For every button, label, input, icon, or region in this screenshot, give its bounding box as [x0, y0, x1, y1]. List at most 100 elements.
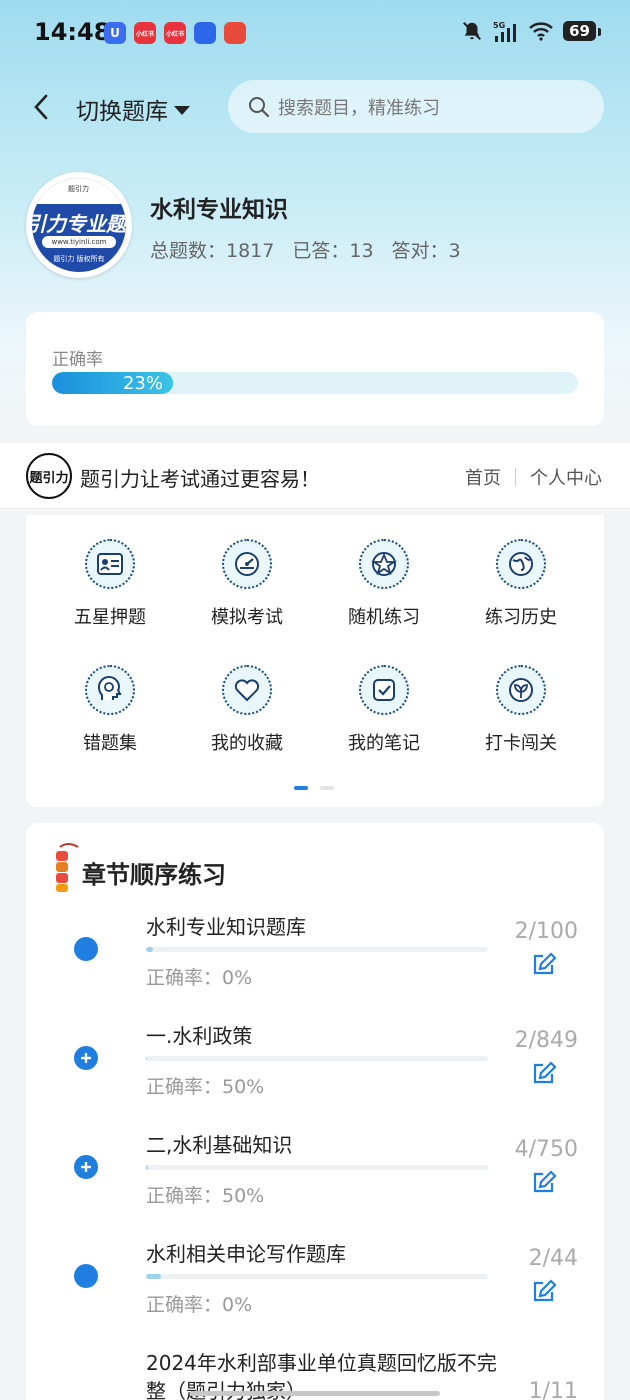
brain-head-icon: [85, 665, 135, 715]
chapter-progress-fill: [146, 1056, 148, 1061]
stat-answered: 已答：13: [292, 240, 374, 262]
grid-item-4[interactable]: 练习历史: [453, 539, 589, 629]
app-icon-4: [194, 22, 216, 44]
caret-down-icon: [174, 105, 190, 115]
chapter-name: 一.水利政策: [146, 1024, 253, 1048]
chapter-count: 2/100: [514, 919, 578, 944]
leaf-icon: [496, 665, 546, 715]
gauge-icon: [222, 539, 272, 589]
chapter-accuracy: 正确率：0%: [146, 967, 253, 989]
top-nav: 切换题库 搜索题目，精准练习: [0, 80, 630, 134]
switch-bank-label: 切换题库: [76, 99, 168, 125]
grid-item-7[interactable]: 我的笔记: [316, 665, 452, 755]
status-bar: 14:48 U 小红书 小红书 5G 69: [0, 0, 630, 68]
shuffle-star-icon: [359, 539, 409, 589]
chapter-section-title: 章节顺序练习: [82, 861, 226, 889]
chapter-progress-bar: [146, 1056, 488, 1061]
logo-rights-text: 题引力 版权所有: [53, 255, 105, 263]
stat-correct: 答对：3: [391, 240, 461, 262]
chapter-count: 2/849: [514, 1028, 578, 1053]
grid-item-1[interactable]: 五星押题: [42, 539, 178, 629]
chapter-name: 二,水利基础知识: [146, 1133, 293, 1157]
chapter-progress-fill: [146, 1274, 162, 1279]
firecracker-icon: [56, 843, 79, 892]
chapter-count: 2/44: [528, 1246, 578, 1271]
bank-stats: 总题数：1817 已答：13 答对：3: [150, 236, 461, 263]
grid-item-3[interactable]: 随机练习: [316, 539, 452, 629]
chapter-row[interactable]: 水利相关申论写作题库 正确率：0% 2/44: [26, 1240, 604, 1340]
home-indicator[interactable]: [190, 1391, 440, 1396]
user-center-link[interactable]: 个人中心: [530, 464, 602, 490]
edit-practice-icon[interactable]: [532, 1278, 558, 1308]
notification-app-icons: U 小红书 小红书: [104, 22, 246, 44]
chapter-progress-fill: [146, 947, 153, 952]
chapter-row[interactable]: 一.水利政策 正确率：50% 2/849: [26, 1022, 604, 1122]
heart-icon: [222, 665, 272, 715]
grid-item-label: 随机练习: [348, 607, 420, 628]
brand-logo: 题引力: [26, 453, 72, 499]
grid-item-6[interactable]: 我的收藏: [179, 665, 315, 755]
cellular-signal-icon: 5G: [493, 21, 517, 42]
accuracy-label: 正确率: [52, 350, 103, 370]
search-placeholder: 搜索题目，精准练习: [278, 97, 440, 119]
chapter-name: 水利相关申论写作题库: [146, 1242, 346, 1266]
grid-item-label: 打卡闯关: [485, 733, 557, 754]
accuracy-progress-bar: 23%: [52, 372, 578, 394]
search-icon: [249, 96, 270, 117]
grid-item-label: 错题集: [83, 733, 137, 754]
accuracy-percent: 23%: [122, 372, 163, 394]
chapter-progress-fill: [146, 1165, 149, 1170]
home-link[interactable]: 首页: [465, 464, 501, 490]
status-time: 14:48: [34, 18, 111, 46]
page-dot[interactable]: [320, 786, 334, 790]
edit-practice-icon[interactable]: [532, 951, 558, 981]
expand-plus-icon[interactable]: [74, 1155, 98, 1179]
chapter-row[interactable]: 二,水利基础知识 正确率：50% 4/750: [26, 1131, 604, 1231]
chapter-dot-icon: [74, 937, 98, 961]
bank-title: 水利专业知识: [150, 197, 288, 223]
chapter-row[interactable]: 水利专业知识题库 正确率：0% 2/100: [26, 913, 604, 1013]
mute-bell-icon: [463, 22, 482, 40]
accuracy-progress-fill: 23%: [52, 372, 173, 394]
logo-url-text: www.tiyinli.com: [42, 236, 116, 248]
logo-mini-text: 题引力: [68, 185, 89, 193]
id-card-icon: [85, 539, 135, 589]
chevron-left-icon: [34, 94, 48, 120]
grid-item-label: 五星押题: [74, 607, 146, 628]
chapter-count: 4/750: [514, 1137, 578, 1162]
search-input[interactable]: 搜索题目，精准练习: [228, 80, 604, 133]
note-check-icon: [359, 665, 409, 715]
banner-links: 首页 个人中心: [465, 464, 602, 490]
logo-big-text: 引力专业题: [32, 212, 126, 236]
stat-total: 总题数：1817: [150, 240, 275, 262]
edit-practice-icon[interactable]: [532, 1060, 558, 1090]
app-icon-2: 小红书: [134, 22, 156, 44]
grid-item-8[interactable]: 打卡闯关: [453, 665, 589, 755]
feature-grid: 五星押题 模拟考试 随机练习 练习历史错题集 我的收藏 我的笔记 打卡闯关: [26, 515, 604, 807]
switch-bank-dropdown[interactable]: 切换题库: [76, 92, 190, 126]
app-icon-3: 小红书: [164, 22, 186, 44]
link-divider: [515, 468, 516, 486]
accuracy-card: 正确率 23%: [26, 312, 604, 426]
back-button[interactable]: [24, 88, 58, 126]
chapter-accuracy: 正确率：0%: [146, 1294, 253, 1316]
status-indicators: 5G 69: [461, 20, 601, 42]
brand-slogan: 题引力让考试通过更容易！: [80, 467, 320, 491]
wifi-icon: [529, 22, 553, 41]
edit-practice-icon[interactable]: [532, 1169, 558, 1199]
chapter-name: 水利专业知识题库: [146, 915, 306, 939]
chapter-accuracy: 正确率：50%: [146, 1076, 265, 1098]
page-dot-active[interactable]: [294, 786, 308, 790]
grid-item-5[interactable]: 错题集: [42, 665, 178, 755]
expand-plus-icon[interactable]: [74, 1046, 98, 1070]
grid-item-label: 模拟考试: [211, 607, 283, 628]
app-icon-1: U: [104, 22, 126, 44]
chapter-practice-card: 章节顺序练习 水利专业知识题库 正确率：0% 2/100 一.水利政策 正确率：50% 2…: [26, 823, 604, 1400]
globe-icon: [496, 539, 546, 589]
chapter-accuracy: 正确率：50%: [146, 1185, 265, 1207]
grid-item-label: 练习历史: [485, 607, 557, 628]
chapter-dot-icon: [74, 1264, 98, 1288]
grid-item-2[interactable]: 模拟考试: [179, 539, 315, 629]
bank-logo: 题引力 引力专业题 www.tiyinli.com 题引力 版权所有: [26, 172, 132, 278]
chapter-progress-bar: [146, 947, 488, 952]
